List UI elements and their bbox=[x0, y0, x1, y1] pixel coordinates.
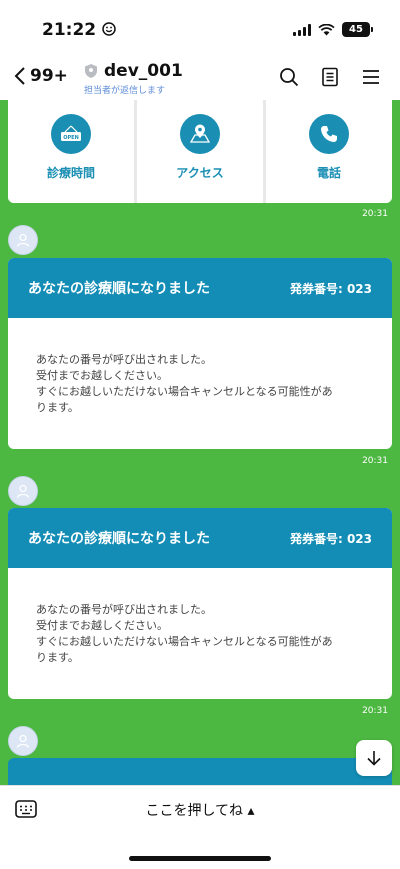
menu-item-phone[interactable]: 電話 bbox=[266, 100, 392, 203]
status-bar: 21:22 45 bbox=[0, 0, 400, 56]
status-time: 21:22 bbox=[42, 20, 116, 40]
menu-label-phone: 電話 bbox=[316, 166, 341, 180]
message-card[interactable]: あなたの診療順になりました 発券番号: 023 あなたの番号が呼び出されました。… bbox=[8, 508, 392, 699]
message-card[interactable] bbox=[8, 758, 392, 785]
message-line: 受付までお越しください。 bbox=[36, 619, 168, 632]
status-indicators: 45 bbox=[293, 22, 373, 37]
shield-icon bbox=[85, 64, 97, 78]
menu-button[interactable] bbox=[360, 66, 382, 88]
back-button[interactable]: 99+ bbox=[14, 66, 68, 86]
message-header: あなたの診療順になりました 発券番号: 023 bbox=[8, 508, 392, 568]
cellular-signal-icon bbox=[293, 23, 311, 36]
ticket-number: 発券番号: 023 bbox=[289, 281, 372, 296]
message-header bbox=[8, 758, 392, 785]
user-icon bbox=[16, 233, 30, 247]
chevron-left-icon bbox=[14, 67, 25, 85]
avatar[interactable] bbox=[8, 225, 38, 255]
avatar[interactable] bbox=[8, 476, 38, 506]
ticket-number: 発券番号: 023 bbox=[289, 531, 372, 546]
hamburger-icon bbox=[363, 70, 379, 84]
message-line: ります。 bbox=[36, 651, 79, 664]
message-time: 20:31 bbox=[362, 456, 388, 466]
bottom-bar: ここを押してね ▴ bbox=[0, 785, 400, 869]
chat-title: dev_001 bbox=[104, 61, 183, 81]
message-line: すぐにお越しいただけない場合キャンセルとなる可能性があ bbox=[36, 385, 333, 398]
rich-menu-toggle[interactable]: ここを押してね ▴ bbox=[0, 800, 400, 820]
menu-item-hours[interactable]: OPEN 診療時間 bbox=[8, 100, 134, 203]
message-time: 20:31 bbox=[362, 706, 388, 716]
svg-text:OPEN: OPEN bbox=[63, 135, 79, 141]
scroll-to-bottom-button[interactable] bbox=[356, 740, 392, 776]
message-title: あなたの診療順になりました bbox=[28, 281, 210, 297]
smiley-icon bbox=[102, 22, 116, 36]
message-line: すぐにお越しいただけない場合キャンセルとなる可能性があ bbox=[36, 635, 333, 648]
chat-subtitle: 担当者が返信します bbox=[84, 86, 166, 96]
notes-button[interactable] bbox=[319, 66, 341, 88]
battery-icon: 45 bbox=[342, 22, 373, 37]
message-line: ります。 bbox=[36, 401, 79, 414]
menu-item-access[interactable]: アクセス bbox=[137, 100, 263, 203]
message-line: あなたの番号が呼び出されました。 bbox=[36, 603, 212, 616]
menu-label-hours: 診療時間 bbox=[46, 166, 95, 180]
rich-menu-card: OPEN 診療時間 アクセス 電話 bbox=[8, 100, 392, 203]
unread-count: 99+ bbox=[30, 66, 68, 86]
message-line: あなたの番号が呼び出されました。 bbox=[36, 353, 212, 366]
avatar[interactable] bbox=[8, 726, 38, 756]
message-title: あなたの診療順になりました bbox=[28, 531, 210, 547]
chat-area[interactable]: OPEN 診療時間 アクセス 電話 20:31 あなたの診療順になりました 発券… bbox=[0, 100, 400, 785]
message-body: あなたの番号が呼び出されました。 受付までお越しください。 すぐにお越しいただけ… bbox=[8, 568, 392, 666]
phone-icon bbox=[309, 114, 349, 154]
chat-header: 99+ dev_001 担当者が返信します bbox=[0, 56, 400, 100]
message-card[interactable]: あなたの診療順になりました 発券番号: 023 あなたの番号が呼び出されました。… bbox=[8, 258, 392, 449]
map-pin-icon bbox=[180, 114, 220, 154]
message-body: あなたの番号が呼び出されました。 受付までお越しください。 すぐにお越しいただけ… bbox=[8, 318, 392, 416]
user-icon bbox=[16, 484, 30, 498]
message-header: あなたの診療順になりました 発券番号: 023 bbox=[8, 258, 392, 318]
chat-title-area[interactable]: dev_001 担当者が返信します bbox=[84, 61, 183, 96]
battery-level: 45 bbox=[349, 24, 363, 35]
message-time: 20:31 bbox=[362, 209, 388, 219]
menu-label-access: アクセス bbox=[176, 166, 224, 180]
notes-icon bbox=[322, 67, 338, 87]
arrow-down-icon bbox=[367, 751, 381, 766]
message-line: 受付までお越しください。 bbox=[36, 369, 168, 382]
search-icon bbox=[280, 68, 299, 87]
wifi-icon bbox=[318, 23, 335, 35]
home-indicator bbox=[129, 856, 271, 861]
user-icon bbox=[16, 734, 30, 748]
search-button[interactable] bbox=[278, 66, 300, 88]
open-sign-icon: OPEN bbox=[51, 114, 91, 154]
